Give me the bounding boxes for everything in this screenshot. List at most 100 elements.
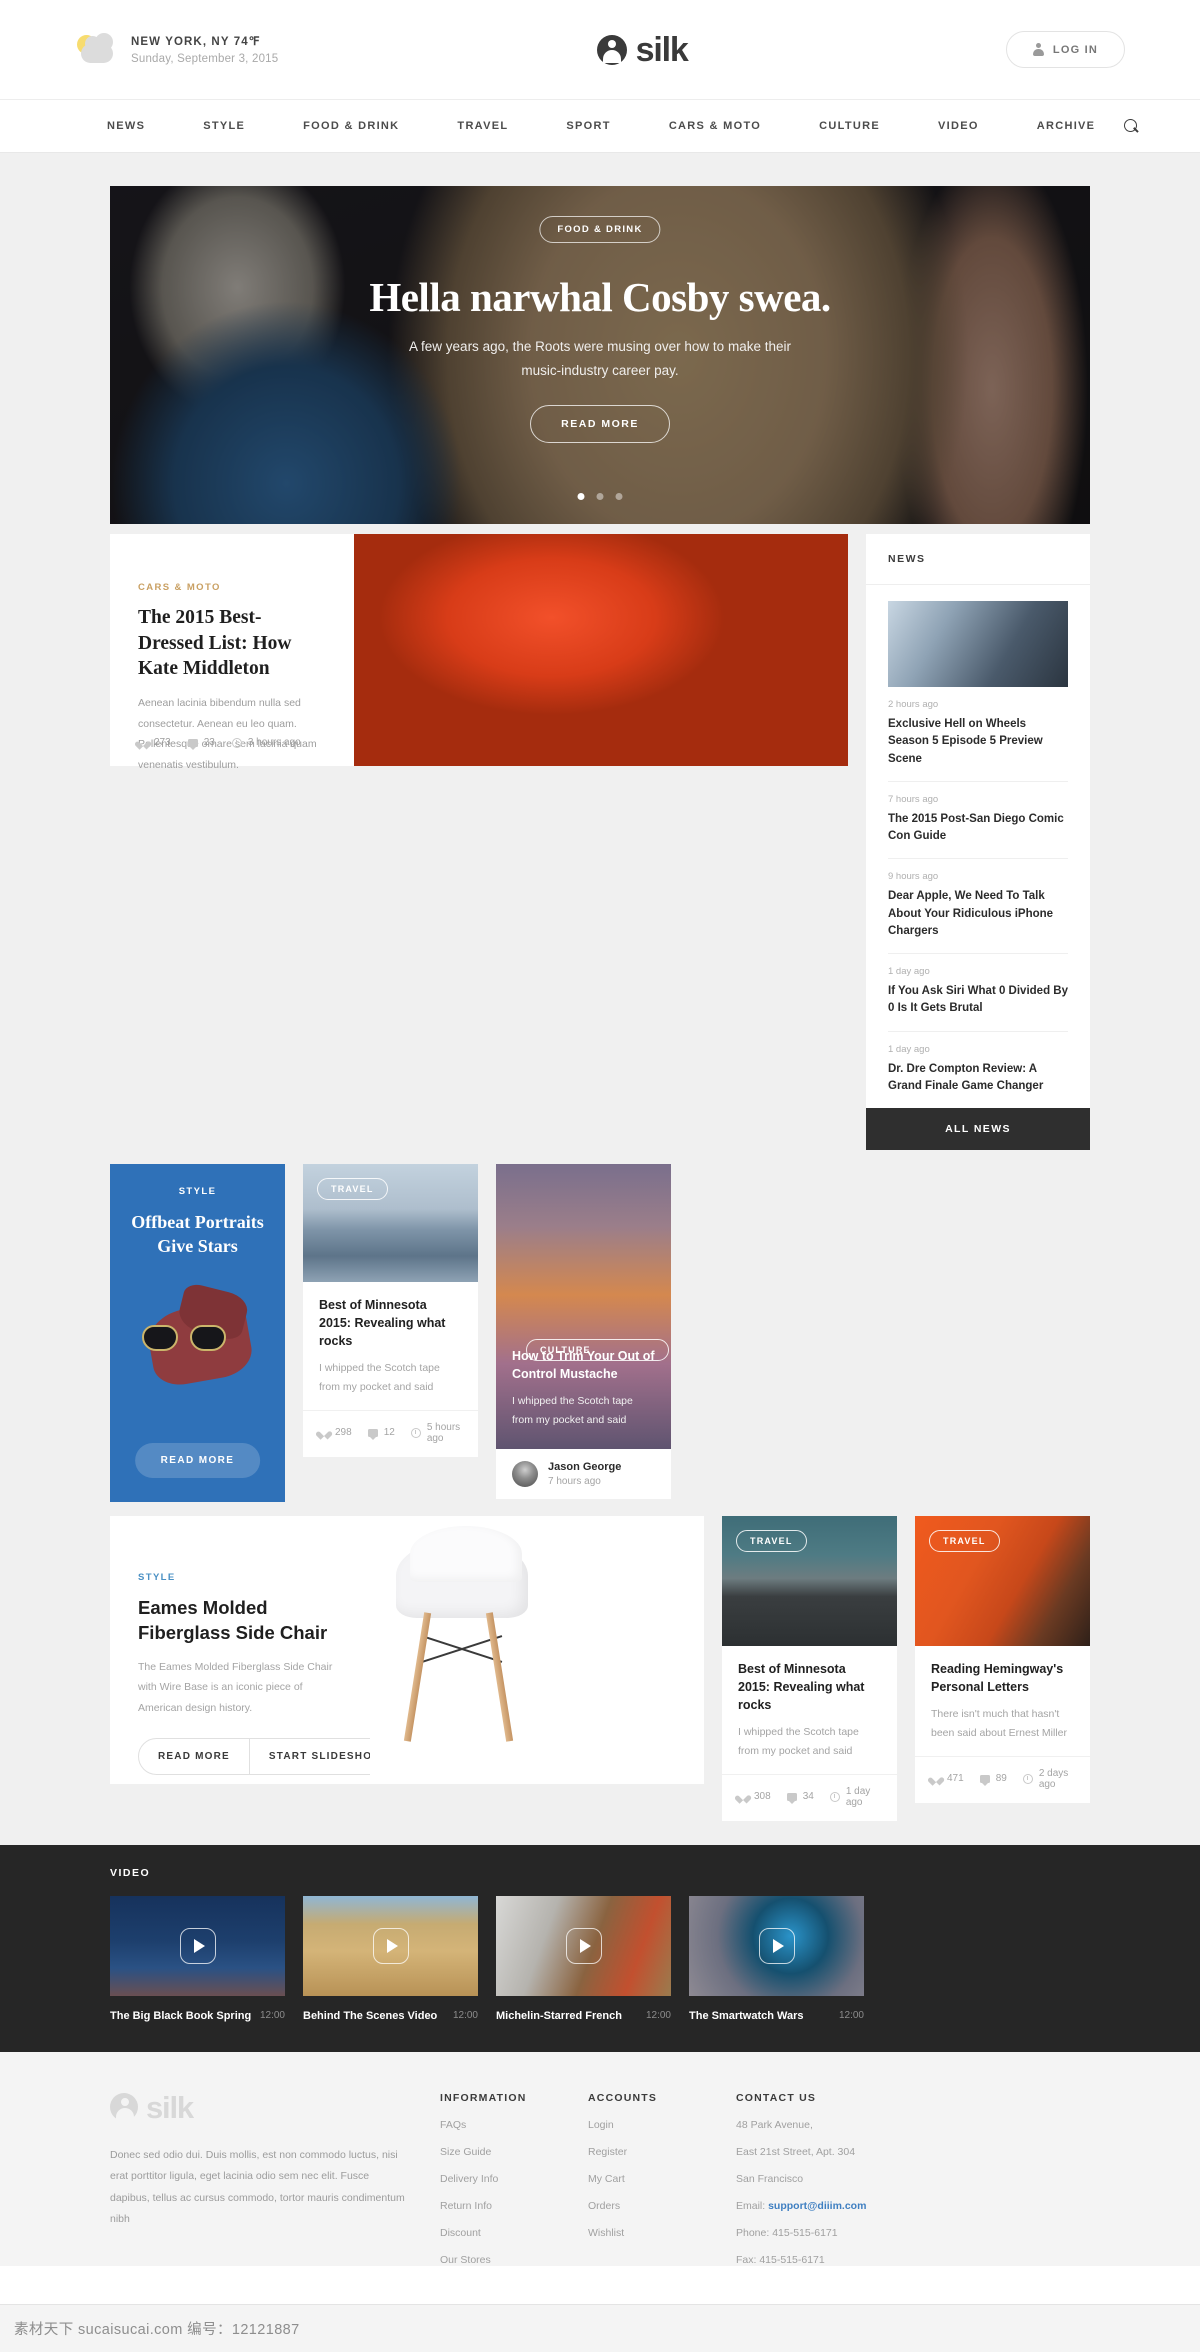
featured-article-card[interactable]: CARS & MOTO The 2015 Best-Dressed List: … (110, 534, 848, 771)
footer-link-discount[interactable]: Discount (440, 2227, 588, 2239)
video-card[interactable]: Behind The Scenes Video 12:00 (303, 1895, 478, 2022)
footer-address-line-2: East 21st Street, Apt. 304 (736, 2145, 856, 2158)
footer-link-delivery-info[interactable]: Delivery Info (440, 2173, 588, 2185)
featured-excerpt: Aenean lacinia bibendum nulla sed consec… (138, 697, 317, 771)
comment-count: 34 (786, 1791, 814, 1804)
nav-item-cars-moto[interactable]: CARS & MOTO (640, 120, 790, 132)
news-item-time: 9 hours ago (888, 871, 939, 883)
promo-category: STYLE (178, 1186, 217, 1197)
comment-count: 12 (367, 1427, 395, 1440)
news-item-time: 1 day ago (888, 966, 930, 977)
eames-category[interactable]: STYLE (138, 1572, 344, 1583)
card-category-pill[interactable]: TRAVEL (929, 1530, 1000, 1552)
card-meta: 308 34 1 day ago (722, 1773, 897, 1821)
news-list-item[interactable]: 1 day ago If You Ask Siri What 0 Divided… (888, 954, 1068, 1032)
news-heading: NEWS (866, 534, 1090, 585)
footer-logo[interactable]: silk (110, 2092, 410, 2123)
nav-item-archive[interactable]: ARCHIVE (1008, 120, 1125, 132)
play-icon[interactable] (565, 1927, 602, 1964)
eames-product-card[interactable]: STYLE Eames Molded Fiberglass Side Chair… (110, 1516, 704, 1784)
weather-widget: NEW YORK, NY 74℉ Sunday, September 3, 20… (75, 32, 279, 67)
play-icon[interactable] (179, 1927, 216, 1964)
footer-link-login[interactable]: Login (588, 2119, 736, 2131)
timestamp: 5 hours ago (410, 1422, 462, 1444)
news-list-item[interactable]: 1 day ago Dr. Dre Compton Review: A Gran… (888, 1032, 1068, 1109)
clock-icon (410, 1427, 421, 1438)
play-icon[interactable] (758, 1927, 795, 1964)
featured-title: The 2015 Best-Dressed List: How Kate Mid… (138, 607, 292, 680)
comment-count-value: 34 (802, 1791, 814, 1803)
footer-link-my-cart[interactable]: My Cart (588, 2173, 736, 2185)
like-count-value: 273 (154, 737, 171, 748)
footer-link-size-guide[interactable]: Size Guide (440, 2146, 588, 2158)
comment-icon (979, 1774, 990, 1786)
footer-email-link[interactable]: support@diiim.com (768, 2200, 866, 2212)
clock-icon (231, 737, 242, 748)
hero-slider-dots (577, 493, 623, 500)
video-title: The Smartwatch Wars (689, 2009, 804, 2022)
comment-icon (187, 738, 198, 750)
eames-read-more-button[interactable]: READ MORE (139, 1739, 249, 1774)
card-category-pill[interactable]: TRAVEL (317, 1178, 388, 1200)
eames-button-group: READ MORE START SLIDESHOW (138, 1737, 403, 1775)
nav-item-food-drink[interactable]: FOOD & DRINK (274, 120, 428, 132)
card-minnesota-travel-2[interactable]: TRAVEL Best of Minnesota 2015: Revealing… (722, 1516, 897, 1821)
heart-icon (319, 1428, 329, 1437)
timestamp: 2 days ago (1022, 1768, 1074, 1790)
hero-dot-1[interactable] (577, 493, 585, 500)
card-minnesota-travel[interactable]: TRAVEL Best of Minnesota 2015: Revealing… (303, 1164, 478, 1457)
nav-item-travel[interactable]: TRAVEL (428, 120, 537, 132)
footer-column-contact: CONTACT US 48 Park Avenue, East 21st Str… (736, 2092, 966, 2266)
promo-title: Offbeat Portraits Give Stars (131, 1212, 264, 1257)
hero-category-badge[interactable]: FOOD & DRINK (539, 216, 661, 243)
nav-item-sport[interactable]: SPORT (537, 120, 639, 132)
nav-item-video[interactable]: VIDEO (909, 120, 1008, 132)
news-list-item[interactable]: 9 hours ago Dear Apple, We Need To Talk … (888, 859, 1068, 954)
video-card[interactable]: Michelin-Starred French 12:00 (496, 1895, 671, 2022)
promo-card-style[interactable]: STYLE Offbeat Portraits Give Stars READ … (110, 1164, 285, 1502)
card-mustache-culture[interactable]: CULTURE How to Trim Your Out of Control … (496, 1164, 671, 1499)
card-author[interactable]: Jason George 7 hours ago (496, 1449, 671, 1499)
footer-column-information: INFORMATION FAQs Size Guide Delivery Inf… (440, 2092, 588, 2266)
site-logo[interactable]: silk (596, 33, 689, 67)
footer-link-orders[interactable]: Orders (588, 2200, 736, 2212)
news-item-title: Dear Apple, We Need To Talk About Your R… (888, 890, 1054, 937)
play-icon[interactable] (372, 1927, 409, 1964)
featured-category[interactable]: CARS & MOTO (138, 582, 326, 593)
card-excerpt: I whipped the Scotch tape from my pocket… (512, 1395, 633, 1426)
all-news-button[interactable]: ALL NEWS (866, 1108, 1090, 1150)
main-navigation: NEWS STYLE FOOD & DRINK TRAVEL SPORT CAR… (0, 100, 1200, 153)
nav-item-culture[interactable]: CULTURE (790, 120, 909, 132)
hero-dot-2[interactable] (596, 493, 604, 500)
hero-title: Hella narwhal Cosby swea. (369, 274, 831, 321)
footer-link-our-stores[interactable]: Our Stores (440, 2254, 588, 2266)
news-item-time: 2 hours ago (888, 699, 939, 710)
video-card[interactable]: The Big Black Book Spring 12:00 (110, 1895, 285, 2022)
comment-icon (367, 1428, 378, 1440)
card-hemingway-travel[interactable]: TRAVEL Reading Hemingway's Personal Lett… (915, 1516, 1090, 1803)
footer-contact-title: CONTACT US (736, 2091, 817, 2104)
nav-item-news[interactable]: NEWS (107, 120, 174, 132)
footer-link-return-info[interactable]: Return Info (440, 2200, 588, 2212)
login-button[interactable]: LOG IN (1005, 31, 1125, 68)
card-category-pill[interactable]: TRAVEL (736, 1530, 807, 1552)
footer-link-register[interactable]: Register (588, 2146, 736, 2158)
video-card[interactable]: The Smartwatch Wars 12:00 (689, 1895, 864, 2022)
news-item-title: Exclusive Hell on Wheels Season 5 Episod… (888, 718, 1043, 765)
footer-link-wishlist[interactable]: Wishlist (588, 2227, 736, 2239)
current-date: Sunday, September 3, 2015 (131, 53, 279, 65)
comment-count-value: 12 (383, 1427, 395, 1439)
hero-read-more-button[interactable]: READ MORE (530, 404, 670, 443)
timestamp: 1 day ago (829, 1786, 881, 1808)
nav-item-style[interactable]: STYLE (174, 120, 274, 132)
news-lead-image[interactable] (888, 601, 1068, 687)
news-list-item[interactable]: 2 hours ago Exclusive Hell on Wheels Sea… (888, 687, 1068, 782)
promo-read-more-button[interactable]: READ MORE (134, 1443, 261, 1478)
clock-icon (829, 1791, 840, 1802)
hero-dot-3[interactable] (615, 493, 623, 500)
card-excerpt: There isn't much that hasn't been said a… (931, 1708, 1067, 1739)
secondary-card-row: STYLE Offbeat Portraits Give Stars READ … (75, 1164, 1125, 1502)
footer-link-faqs[interactable]: FAQs (440, 2119, 588, 2131)
eames-title: Eames Molded Fiberglass Side Chair (138, 1597, 328, 1643)
news-list-item[interactable]: 7 hours ago The 2015 Post-San Diego Comi… (888, 782, 1068, 860)
